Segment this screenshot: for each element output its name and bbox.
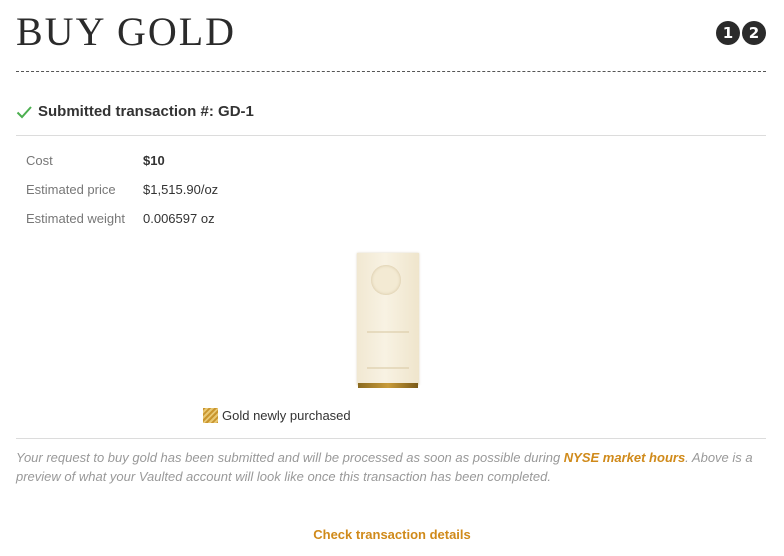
- detail-label: Estimated weight: [26, 211, 125, 226]
- detail-row-price: Estimated price $1,515.90/oz: [26, 175, 218, 204]
- gold-bar-logo: [371, 265, 401, 295]
- detail-value: $10: [143, 153, 165, 168]
- legend: Gold newly purchased: [203, 408, 351, 423]
- gold-swatch-icon: [203, 408, 218, 423]
- nyse-market-hours-link[interactable]: NYSE market hours: [564, 450, 685, 465]
- transaction-details: Cost $10 Estimated price $1,515.90/oz Es…: [26, 146, 218, 233]
- gold-bar-new-fill: [358, 383, 418, 388]
- note-text-before: Your request to buy gold has been submit…: [16, 450, 564, 465]
- gold-bar-stamp: [367, 331, 409, 369]
- gold-bar-body: [357, 253, 419, 385]
- detail-row-cost: Cost $10: [26, 146, 218, 175]
- detail-value: 0.006597 oz: [143, 211, 215, 226]
- detail-label: Cost: [26, 153, 53, 168]
- page-title: BUY GOLD: [16, 9, 237, 54]
- detail-row-weight: Estimated weight 0.006597 oz: [26, 204, 218, 233]
- header-divider: [16, 71, 766, 72]
- step-1-indicator: 1: [716, 21, 740, 45]
- check-transaction-details-link[interactable]: Check transaction details: [0, 527, 784, 542]
- processing-note: Your request to buy gold has been submit…: [16, 448, 768, 486]
- note-divider: [16, 438, 766, 439]
- step-2-indicator: 2: [742, 21, 766, 45]
- legend-label: Gold newly purchased: [222, 408, 351, 423]
- step-indicator: 1 2: [716, 21, 766, 45]
- status-divider: [16, 135, 766, 136]
- detail-value: $1,515.90/oz: [143, 182, 219, 197]
- gold-bar-image: [357, 253, 419, 388]
- checkmark-icon: [16, 104, 32, 120]
- detail-label: Estimated price: [26, 182, 116, 197]
- status-line: Submitted transaction #: GD-1: [16, 103, 254, 120]
- status-text: Submitted transaction #: GD-1: [38, 103, 254, 120]
